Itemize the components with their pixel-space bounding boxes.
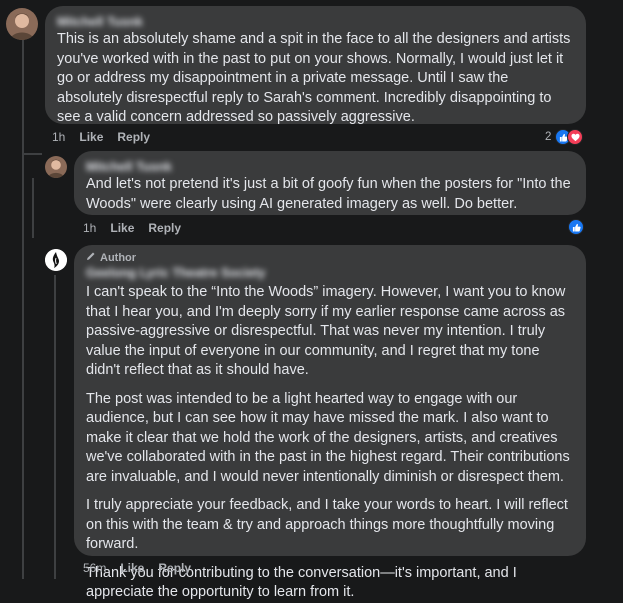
thread-line bbox=[54, 275, 56, 579]
comment-time[interactable]: 56m bbox=[83, 561, 106, 575]
comment-author[interactable]: Geelong Lyric Theatre Society bbox=[86, 265, 574, 281]
comment-actions: 1h Like Reply bbox=[83, 221, 181, 235]
page-logo-avatar[interactable] bbox=[45, 249, 67, 271]
comment-actions: 1h Like Reply bbox=[52, 130, 150, 144]
love-icon bbox=[567, 129, 584, 145]
reply-button[interactable]: Reply bbox=[158, 561, 191, 575]
thread-line bbox=[32, 178, 34, 238]
comment-time[interactable]: 1h bbox=[83, 221, 96, 235]
like-icon bbox=[568, 219, 584, 235]
comment-bubble: Mitchell Tusnk This is an absolutely sha… bbox=[45, 6, 586, 125]
comment-paragraph: And let's not pretend it's just a bit of… bbox=[86, 176, 571, 212]
like-button[interactable]: Like bbox=[120, 561, 144, 575]
author-badge-label: Author bbox=[100, 252, 137, 264]
reply-button[interactable]: Reply bbox=[117, 130, 150, 144]
comment-paragraph: I can't speak to the “Into the Woods” im… bbox=[86, 284, 566, 378]
comment-text: And let's not pretend it's just a bit of… bbox=[86, 175, 574, 214]
comment-author[interactable]: Mitchell Tusnk bbox=[57, 14, 574, 30]
comment-actions: 56m Like Reply bbox=[83, 561, 191, 575]
reply-button[interactable]: Reply bbox=[148, 221, 181, 235]
comment-text: This is an absolutely shame and a spit i… bbox=[57, 30, 574, 128]
reaction-count: 2 bbox=[545, 131, 552, 143]
comment-paragraph: This is an absolutely shame and a spit i… bbox=[57, 31, 571, 125]
comment-paragraph: The post was intended to be a light hear… bbox=[86, 390, 570, 485]
like-button[interactable]: Like bbox=[110, 221, 134, 235]
comment-paragraph: I truly appreciate your feedback, and I … bbox=[86, 497, 568, 552]
comment-time[interactable]: 1h bbox=[52, 130, 65, 144]
thread-line-branch bbox=[22, 153, 42, 155]
like-button[interactable]: Like bbox=[79, 130, 103, 144]
comment-bubble: Mitchell Tusnk And let's not pretend it'… bbox=[74, 151, 586, 215]
comment-author[interactable]: Mitchell Tusnk bbox=[86, 159, 574, 175]
comment-text: I can't speak to the “Into the Woods” im… bbox=[86, 283, 574, 603]
author-badge: Author bbox=[86, 251, 574, 265]
reaction-summary[interactable] bbox=[568, 219, 584, 235]
thread-line bbox=[22, 40, 24, 579]
avatar[interactable] bbox=[45, 156, 67, 178]
reaction-summary[interactable]: 2 bbox=[545, 129, 584, 145]
comment-bubble: Author Geelong Lyric Theatre Society I c… bbox=[74, 245, 586, 600]
pencil-icon bbox=[86, 251, 96, 265]
avatar[interactable] bbox=[6, 8, 38, 40]
